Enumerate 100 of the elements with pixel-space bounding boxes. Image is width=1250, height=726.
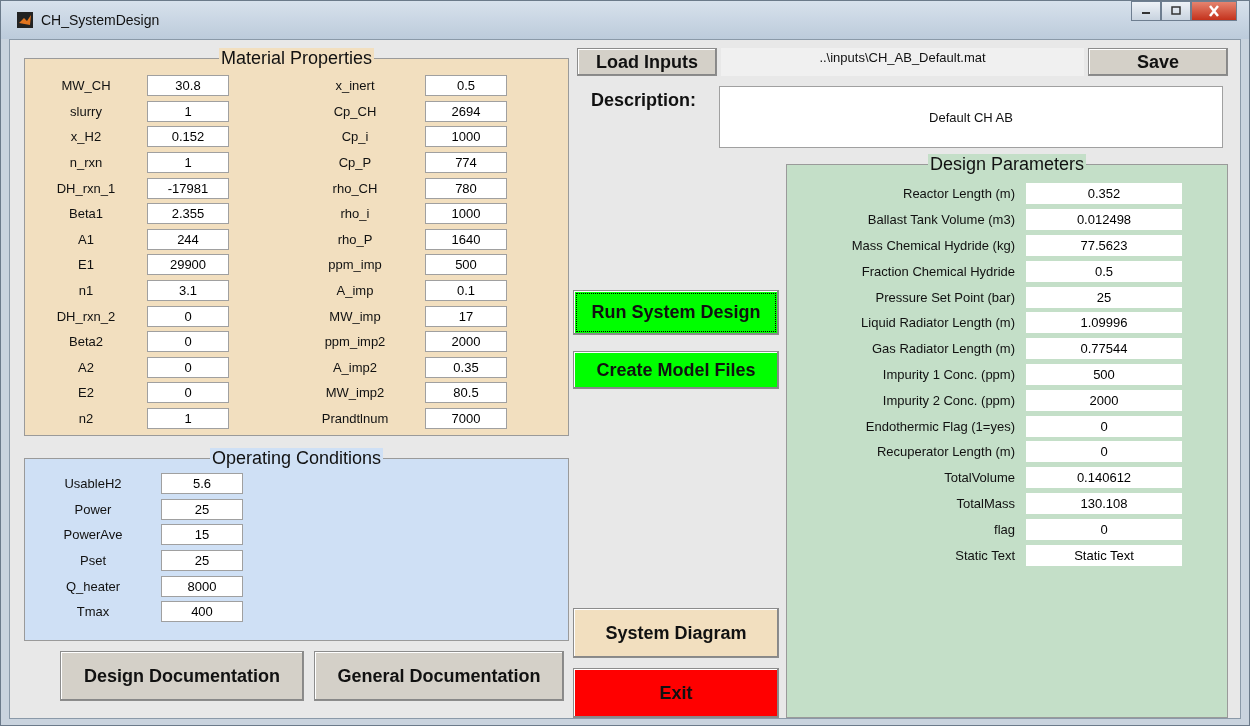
action-button[interactable]: System Diagram	[573, 608, 779, 658]
field-label: Recuperator Length (m)	[876, 444, 1015, 460]
input-field[interactable]: 1000	[425, 203, 507, 225]
window-title: CH_SystemDesign	[41, 12, 160, 28]
input-field[interactable]: -17981	[147, 177, 229, 199]
input-field[interactable]: 0	[147, 356, 229, 378]
field-label: Beta2	[68, 334, 104, 350]
field-label: Liquid Radiator Length (m)	[860, 315, 1015, 331]
input-field[interactable]: 80.5	[425, 382, 507, 404]
output-field: 130.108	[1026, 492, 1182, 514]
output-field: 77.5623	[1026, 235, 1182, 256]
input-field[interactable]: 0	[147, 382, 229, 404]
field-label: rho_CH	[331, 180, 379, 196]
panel-title: Operating Conditions	[209, 448, 384, 469]
input-field[interactable]: 2694	[425, 100, 507, 122]
field-label: slurry	[69, 103, 103, 119]
input-field[interactable]: 25	[161, 498, 243, 520]
field-label: A1	[77, 231, 95, 247]
field-label: A2	[77, 359, 95, 375]
input-field[interactable]: 1640	[425, 228, 507, 250]
field-label: A_imp	[335, 283, 375, 299]
input-field[interactable]: 774	[425, 152, 507, 174]
input-field[interactable]: 500	[425, 254, 507, 276]
input-field[interactable]: 0.1	[425, 280, 507, 302]
input-field[interactable]: 0.152	[147, 126, 229, 148]
field-label: E1	[77, 257, 95, 273]
field-label: Prandtlnum	[320, 411, 390, 426]
field-label: Q_heater	[64, 578, 122, 594]
field-label: MW_imp2	[324, 385, 386, 401]
input-field[interactable]: 25	[161, 550, 243, 572]
field-label: TotalVolume	[943, 470, 1015, 486]
output-field: 0.352	[1026, 183, 1182, 205]
output-field: 1.09996	[1026, 312, 1182, 334]
field-label: Pressure Set Point (bar)	[874, 289, 1015, 305]
input-field[interactable]: 0	[147, 305, 229, 327]
field-label: Fraction Chemical Hydride	[860, 263, 1015, 279]
input-field[interactable]: 17	[425, 305, 507, 327]
field-label: n1	[77, 283, 95, 299]
output-field: 0	[1026, 415, 1182, 437]
field-label: Cp_P	[337, 155, 373, 171]
field-label: Beta1	[68, 206, 104, 222]
field-label: n2	[77, 411, 95, 426]
input-field[interactable]: 29900	[147, 254, 229, 276]
output-field: 0	[1026, 518, 1182, 540]
input-field[interactable]: 1	[147, 152, 229, 174]
panel-title: Material Properties	[218, 48, 375, 69]
field-label: TotalMass	[955, 495, 1015, 511]
action-button[interactable]: Create Model Files	[573, 351, 779, 389]
output-field: 0.77544	[1026, 338, 1182, 360]
input-field[interactable]: 2.355	[147, 203, 229, 225]
output-field: 0.012498	[1026, 209, 1182, 231]
load-inputs-button[interactable]: Load Inputs	[577, 48, 717, 76]
field-label: Ballast Tank Volume (m3)	[866, 212, 1015, 228]
file-path-text: ..\inputs\CH_AB_Default.mat	[721, 48, 1084, 76]
save-button[interactable]: Save	[1088, 48, 1228, 76]
field-label: Impurity 2 Conc. (ppm)	[881, 392, 1015, 408]
input-field[interactable]: 400	[161, 601, 243, 623]
output-field: 25	[1026, 286, 1182, 308]
field-label: ppm_imp2	[323, 334, 387, 350]
documentation-button[interactable]: Design Documentation	[60, 651, 304, 701]
input-field[interactable]: 1	[147, 100, 229, 122]
field-label: MW_imp	[328, 308, 382, 324]
field-label: DH_rxn_2	[55, 308, 117, 324]
field-label: x_H2	[69, 129, 103, 145]
maximize-icon	[1170, 6, 1182, 16]
field-label: rho_P	[336, 231, 374, 247]
input-field[interactable]: 780	[425, 177, 507, 199]
input-field[interactable]: 15	[161, 524, 243, 546]
input-field[interactable]: 5.6	[161, 473, 243, 495]
field-label: Impurity 1 Conc. (ppm)	[881, 366, 1015, 382]
input-field[interactable]: 0.35	[425, 356, 507, 378]
field-label: MW_CH	[60, 78, 112, 94]
close-button[interactable]	[1191, 1, 1237, 21]
input-field[interactable]: 244	[147, 228, 229, 250]
field-label: A_imp2	[331, 359, 379, 375]
field-label: Cp_i	[340, 129, 370, 145]
input-field[interactable]: 2000	[425, 331, 507, 353]
maximize-button[interactable]	[1161, 1, 1191, 21]
field-label: E2	[77, 385, 95, 401]
description-field[interactable]: Default CH AB	[719, 86, 1223, 148]
field-label: Static Text	[954, 547, 1015, 563]
action-button[interactable]: Exit	[573, 668, 779, 718]
output-field: 0.5	[1026, 260, 1182, 282]
input-field[interactable]: 1	[147, 408, 229, 429]
field-label: Cp_CH	[332, 103, 378, 119]
input-field[interactable]: 30.8	[147, 75, 229, 97]
field-label: Tmax	[75, 604, 111, 620]
input-field[interactable]: 7000	[425, 408, 507, 429]
field-label: ppm_imp	[327, 257, 383, 273]
input-field[interactable]: 1000	[425, 126, 507, 148]
input-field[interactable]: 0.5	[425, 75, 507, 97]
input-field[interactable]: 3.1	[147, 280, 229, 302]
field-label: Gas Radiator Length (m)	[870, 341, 1015, 357]
minimize-button[interactable]	[1131, 1, 1161, 21]
field-label: DH_rxn_1	[55, 180, 117, 196]
action-button[interactable]: Run System Design	[573, 290, 779, 335]
input-field[interactable]: 8000	[161, 575, 243, 597]
input-field[interactable]: 0	[147, 331, 229, 353]
documentation-button[interactable]: General Documentation	[314, 651, 564, 701]
description-label: Description:	[591, 90, 697, 112]
